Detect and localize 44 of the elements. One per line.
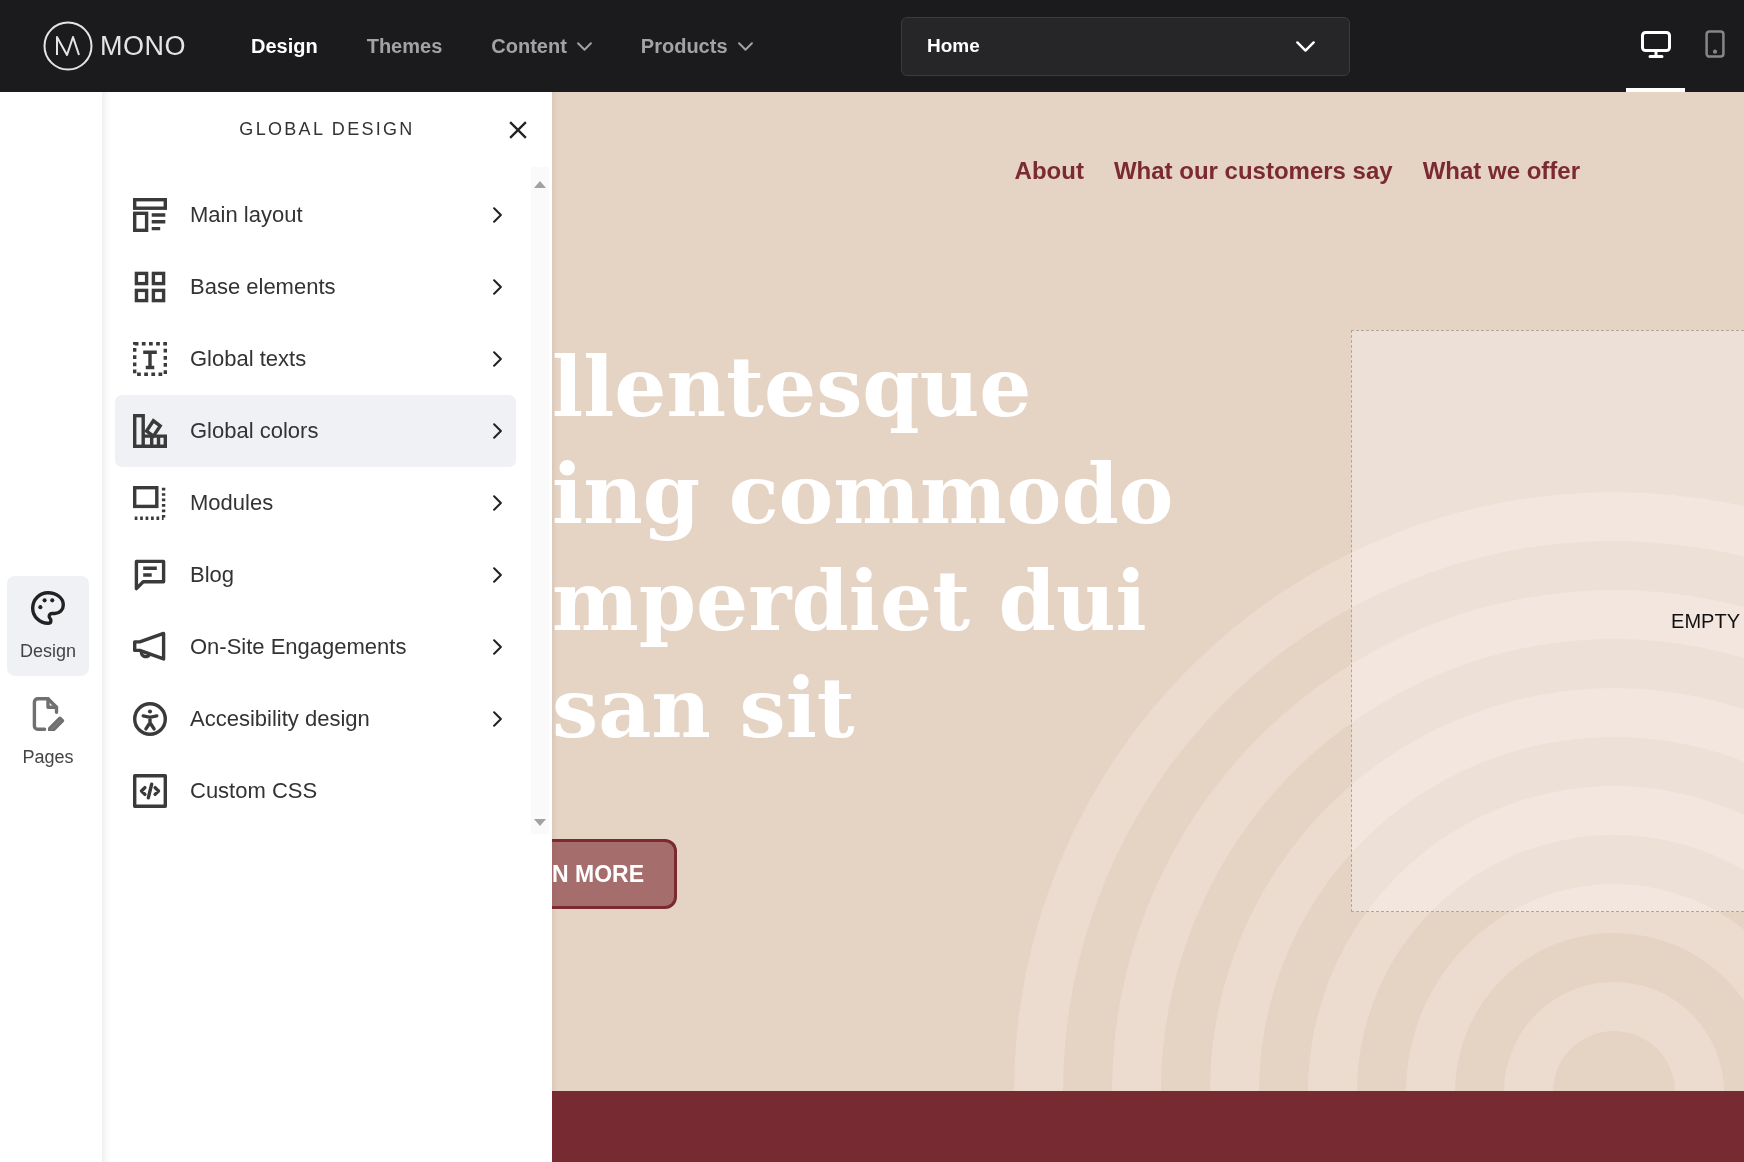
- menu-item[interactable]: Accesibility design: [115, 683, 516, 755]
- menu-item[interactable]: Global texts: [115, 323, 516, 395]
- accessibility-icon: [133, 702, 167, 736]
- logo-text: MONO: [100, 30, 186, 62]
- layout-icon: [133, 198, 167, 232]
- scroll-up-icon[interactable]: [534, 181, 546, 188]
- cta-button[interactable]: N MORE: [552, 839, 677, 909]
- menu-item[interactable]: Custom CSS: [115, 755, 516, 827]
- panel-title: GLOBAL DESIGN: [239, 119, 415, 140]
- rail-item[interactable]: Pages: [7, 682, 89, 782]
- nav-link[interactable]: Themes: [366, 34, 443, 58]
- site-nav-link[interactable]: What our customers say: [1113, 156, 1393, 186]
- close-button[interactable]: [509, 120, 527, 139]
- close-icon: [509, 120, 527, 139]
- nav-link[interactable]: Products: [640, 34, 753, 58]
- chevron-down-icon: [1296, 40, 1315, 52]
- site-nav-link[interactable]: What we offer: [1422, 156, 1580, 186]
- hero-heading: llentesque ing commodo mperdiet dui san sit: [552, 338, 1174, 758]
- megaphone-icon: [133, 630, 167, 664]
- tablet-icon: [1704, 30, 1725, 58]
- site-nav-link[interactable]: About: [1014, 156, 1084, 186]
- menu-item[interactable]: Global colors: [115, 395, 516, 467]
- menu-item[interactable]: Blog: [115, 539, 516, 611]
- swatch-icon: [133, 414, 167, 448]
- page-select[interactable]: Home: [901, 16, 1350, 76]
- text-frame-icon: [133, 342, 167, 376]
- placeholder-label: EMPTY: [1671, 609, 1740, 633]
- scrollbar[interactable]: [531, 167, 549, 834]
- menu-item[interactable]: Modules: [115, 467, 516, 539]
- monitor-icon: [1640, 30, 1671, 58]
- scroll-down-icon[interactable]: [534, 819, 546, 826]
- palette-icon: [31, 591, 65, 625]
- menu-item[interactable]: On-Site Engagements: [115, 611, 516, 683]
- nav-link[interactable]: Content: [491, 34, 592, 58]
- frame-icon: [133, 486, 167, 520]
- logo-icon: [43, 21, 93, 71]
- grid-icon: [133, 270, 167, 304]
- document-pencil-icon: [31, 697, 65, 731]
- rail-item[interactable]: Design: [7, 576, 89, 676]
- menu-item[interactable]: Main layout: [115, 179, 516, 251]
- menu-item[interactable]: Base elements: [115, 251, 516, 323]
- code-icon: [133, 774, 167, 808]
- speech-bubble-icon: [133, 558, 167, 592]
- nav-link[interactable]: Design: [251, 34, 318, 58]
